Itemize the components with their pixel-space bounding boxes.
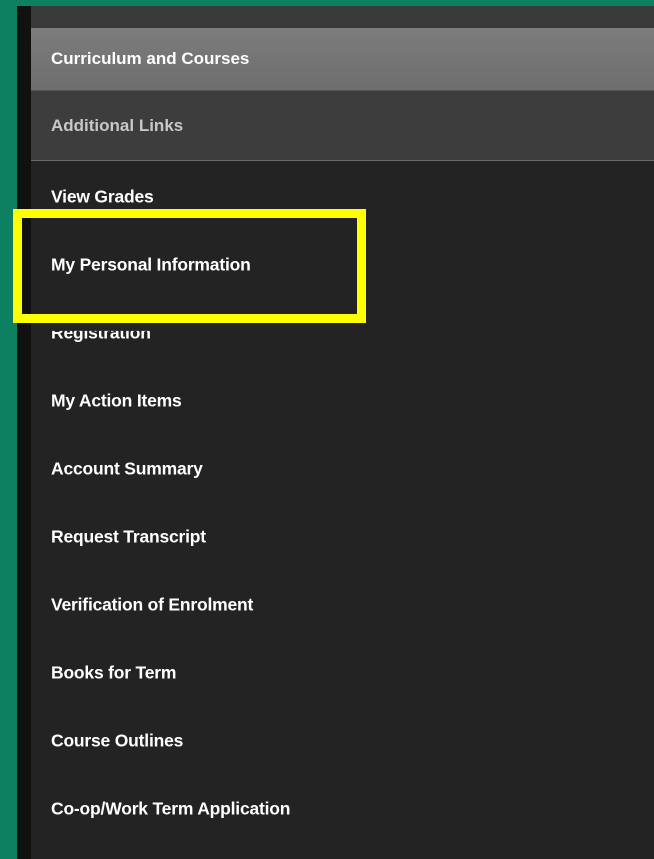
- menu-item-label: My Personal Information: [51, 254, 251, 275]
- menu-item-label: View Grades: [51, 186, 154, 207]
- menu-item-request-transcript[interactable]: Request Transcript: [31, 512, 654, 562]
- header-curriculum-label: Curriculum and Courses: [51, 49, 250, 68]
- menu-item-label: My Action Items: [51, 390, 182, 411]
- menu-item-view-grades[interactable]: View Grades: [31, 172, 654, 222]
- menu-item-label: Co-op/Work Term Application: [51, 798, 291, 819]
- menu-item-co-op-work-term-application[interactable]: Co-op/Work Term Application: [31, 784, 654, 834]
- menu-item-my-personal-information[interactable]: My Personal Information: [31, 240, 654, 290]
- top-strip: [31, 6, 654, 28]
- menu-item-label: Registration: [51, 322, 151, 343]
- header-curriculum-and-courses[interactable]: Curriculum and Courses: [31, 28, 654, 91]
- menu-item-books-for-term[interactable]: Books for Term: [31, 648, 654, 698]
- menu-item-label: Books for Term: [51, 662, 177, 683]
- menu-item-verification-of-enrolment[interactable]: Verification of Enrolment: [31, 580, 654, 630]
- header-additional-links[interactable]: Additional Links: [31, 91, 654, 161]
- menu-item-account-summary[interactable]: Account Summary: [31, 444, 654, 494]
- menu-item-registration[interactable]: Registration: [31, 308, 654, 358]
- navigation-panel: Curriculum and Courses Additional Links …: [31, 6, 654, 859]
- menu-item-label: Course Outlines: [51, 730, 184, 751]
- menu-item-my-action-items[interactable]: My Action Items: [31, 376, 654, 426]
- menu-item-label: Verification of Enrolment: [51, 594, 254, 615]
- menu-item-course-outlines[interactable]: Course Outlines: [31, 716, 654, 766]
- menu-item-label: Request Transcript: [51, 526, 206, 547]
- header-additional-label: Additional Links: [51, 115, 184, 135]
- menu-item-label: Account Summary: [51, 458, 203, 479]
